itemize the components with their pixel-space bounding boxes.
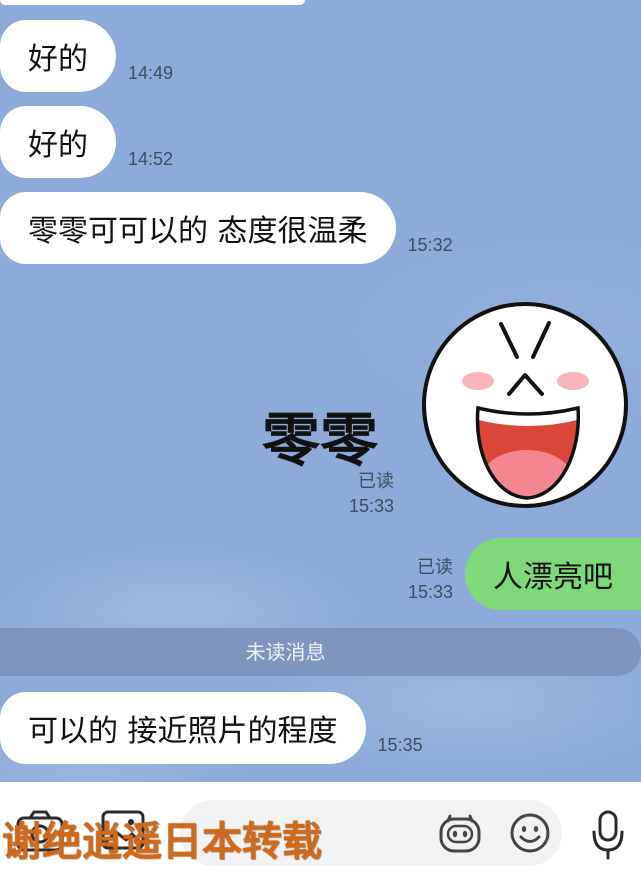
message-bubble-incoming[interactable]: 好的 (0, 106, 116, 178)
message-row-outgoing: 已读 15:33 人漂亮吧 (408, 538, 641, 610)
message-text: 零零可可以的 态度很温柔 (28, 214, 368, 249)
message-time: 15:35 (377, 735, 423, 755)
read-status: 已读 (417, 557, 453, 578)
message-text: 好的 (28, 42, 88, 77)
message-meta: 已读 15:33 (408, 556, 453, 604)
message-bubble-incoming[interactable]: 可以的 接近照片的程度 (0, 692, 366, 764)
sticker-icon[interactable] (438, 811, 482, 855)
watermark-text: 谢绝逍遥日本转载 (2, 819, 322, 865)
message-row-incoming: 零零可可以的 态度很温柔 15:32 (0, 192, 453, 264)
message-text: 人漂亮吧 (493, 560, 613, 595)
emoji-icon[interactable] (508, 811, 552, 855)
message-row-incoming: 可以的 接近照片的程度 15:35 (0, 692, 423, 764)
message-bubble-partial[interactable] (0, 0, 305, 5)
unread-messages-divider: 未读消息 (0, 628, 641, 676)
chat-screen: 好的 14:49 好的 14:52 零零可可以的 态度很温柔 15:32 零零 … (0, 0, 641, 884)
message-bubble-incoming[interactable]: 零零可可以的 态度很温柔 (0, 192, 396, 264)
laughing-face-sticker-icon[interactable] (421, 302, 631, 512)
read-status: 已读 (358, 471, 394, 492)
message-time: 15:32 (407, 235, 453, 255)
message-text: 好的 (28, 128, 88, 163)
unread-divider-label: 未读消息 (245, 640, 326, 664)
message-row-incoming: 好的 14:49 (0, 20, 173, 92)
message-row-incoming: 好的 14:52 (0, 106, 173, 178)
sticker-message-meta: 已读 15:33 (349, 470, 394, 518)
mic-icon[interactable] (588, 808, 628, 860)
message-bubble-incoming[interactable]: 好的 (0, 20, 116, 92)
message-bubble-outgoing[interactable]: 人漂亮吧 (465, 538, 641, 610)
message-text: 可以的 接近照片的程度 (28, 714, 338, 749)
message-time: 15:33 (407, 582, 453, 602)
message-time: 14:49 (128, 63, 174, 83)
sticker-caption: 零零 (262, 406, 379, 474)
message-time: 14:52 (128, 149, 174, 169)
message-time: 15:33 (348, 496, 394, 516)
